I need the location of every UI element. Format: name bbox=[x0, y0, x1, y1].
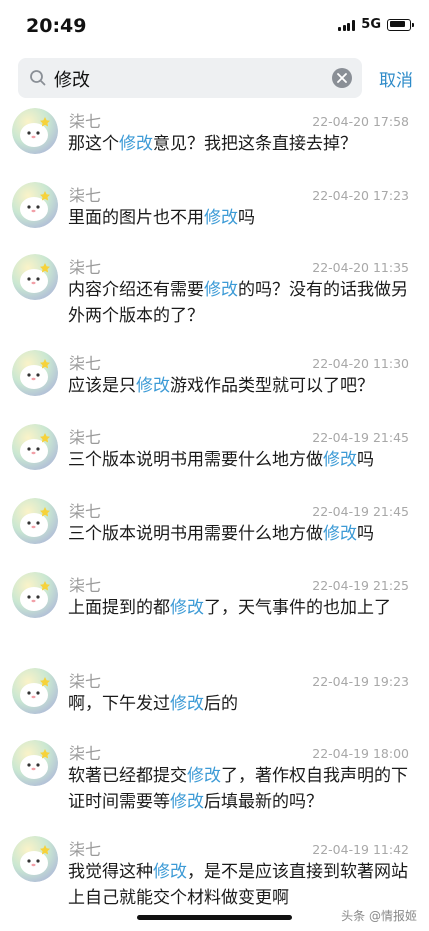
keyword-highlight: 修改 bbox=[170, 598, 204, 618]
message-text: 软著已经都提交修改了，著作权自我声明的下证时间需要等修改后填最新的吗？ bbox=[68, 763, 413, 815]
message-text: 三个版本说明书用需要什么地方做修改吗 bbox=[68, 447, 413, 473]
status-indicators: 5G bbox=[338, 17, 414, 32]
keyword-highlight: 修改 bbox=[323, 450, 357, 470]
message-time: 22-04-20 11:30 bbox=[312, 356, 409, 371]
message-time: 22-04-20 11:35 bbox=[312, 260, 409, 275]
message-time: 22-04-19 21:25 bbox=[312, 578, 409, 593]
avatar[interactable] bbox=[12, 108, 58, 154]
sender-name: 柒七 bbox=[69, 840, 102, 859]
message-time: 22-04-19 21:45 bbox=[312, 430, 409, 445]
sender-name: 柒七 bbox=[69, 428, 102, 447]
message-text: 我觉得这种修改，是不是应该直接到软著网站上自己就能交个材料做变更啊 bbox=[68, 859, 413, 911]
message-text: 内容介绍还有需要修改的吗？没有的话我做另外两个版本的了？ bbox=[68, 277, 413, 329]
message-text: 啊，下午发过修改后的 bbox=[68, 691, 413, 717]
avatar[interactable] bbox=[12, 424, 58, 470]
avatar[interactable] bbox=[12, 740, 58, 786]
sender-name: 柒七 bbox=[69, 672, 102, 691]
sender-name: 柒七 bbox=[69, 744, 102, 763]
message-fragment: 意见？我把这条直接去掉？ bbox=[153, 134, 357, 154]
message-fragment: 游戏作品类型就可以了吧？ bbox=[170, 376, 374, 396]
search-icon bbox=[30, 70, 46, 86]
keyword-highlight: 修改 bbox=[153, 862, 187, 882]
message-fragment: 后填最新的吗？ bbox=[204, 792, 323, 812]
sender-name: 柒七 bbox=[69, 576, 102, 595]
message-fragment: 软著已经都提交 bbox=[68, 766, 187, 786]
keyword-highlight: 修改 bbox=[204, 280, 238, 300]
sender-name: 柒七 bbox=[69, 502, 102, 521]
message-fragment: 上面提到的都 bbox=[68, 598, 170, 618]
avatar[interactable] bbox=[12, 668, 58, 714]
message-fragment: 应该是只 bbox=[68, 376, 136, 396]
keyword-highlight: 修改 bbox=[204, 208, 238, 228]
message-text: 应该是只修改游戏作品类型就可以了吧？ bbox=[68, 373, 413, 399]
message-fragment: 三个版本说明书用需要什么地方做 bbox=[68, 450, 323, 470]
message-fragment: 吗 bbox=[357, 450, 374, 470]
sender-name: 柒七 bbox=[69, 186, 102, 205]
search-result-list: 柒七 22-04-20 17:58 那这个修改意见？我把这条直接去掉？ 柒七 22-04… bbox=[0, 104, 429, 931]
message-time: 22-04-19 19:23 bbox=[312, 674, 409, 689]
keyword-highlight: 修改 bbox=[187, 766, 221, 786]
message-fragment: 吗 bbox=[238, 208, 255, 228]
search-input[interactable]: 修改 bbox=[54, 66, 90, 92]
network-type: 5G bbox=[361, 17, 381, 32]
message-fragment: 我觉得这种 bbox=[68, 862, 153, 882]
keyword-highlight: 修改 bbox=[170, 694, 204, 714]
avatar[interactable] bbox=[12, 254, 58, 300]
message-fragment: 内容介绍还有需要 bbox=[68, 280, 204, 300]
clear-icon[interactable] bbox=[332, 68, 352, 88]
message-text: 三个版本说明书用需要什么地方做修改吗 bbox=[68, 521, 413, 547]
message-fragment: 后的 bbox=[204, 694, 238, 714]
keyword-highlight: 修改 bbox=[136, 376, 170, 396]
avatar[interactable] bbox=[12, 572, 58, 618]
keyword-highlight: 修改 bbox=[119, 134, 153, 154]
battery-icon bbox=[387, 18, 414, 31]
sender-name: 柒七 bbox=[69, 258, 102, 277]
avatar[interactable] bbox=[12, 498, 58, 544]
cancel-button[interactable]: 取消 bbox=[379, 66, 413, 91]
message-time: 22-04-19 11:42 bbox=[312, 842, 409, 857]
status-time: 20:49 bbox=[26, 15, 87, 37]
signal-icon bbox=[338, 18, 356, 31]
status-bar: 20:49 5G bbox=[0, 0, 429, 52]
keyword-highlight: 修改 bbox=[170, 792, 204, 812]
avatar[interactable] bbox=[12, 182, 58, 228]
keyword-highlight: 修改 bbox=[323, 524, 357, 544]
message-text: 里面的图片也不用修改吗 bbox=[68, 205, 413, 231]
avatar[interactable] bbox=[12, 350, 58, 396]
message-time: 22-04-20 17:23 bbox=[312, 188, 409, 203]
message-text: 那这个修改意见？我把这条直接去掉？ bbox=[68, 131, 413, 157]
message-fragment: 了，天气事件的也加上了 bbox=[204, 598, 391, 618]
message-fragment: 啊，下午发过 bbox=[68, 694, 170, 714]
message-fragment: 吗 bbox=[357, 524, 374, 544]
home-indicator[interactable] bbox=[137, 915, 292, 920]
sender-name: 柒七 bbox=[69, 112, 102, 131]
message-text: 上面提到的都修改了，天气事件的也加上了 bbox=[68, 595, 413, 621]
message-fragment: 那这个 bbox=[68, 134, 119, 154]
message-time: 22-04-19 18:00 bbox=[312, 746, 409, 761]
watermark: 头条 @情报姬 bbox=[341, 909, 417, 923]
search-bar[interactable]: 修改 bbox=[18, 58, 362, 98]
sender-name: 柒七 bbox=[69, 354, 102, 373]
message-fragment: 三个版本说明书用需要什么地方做 bbox=[68, 524, 323, 544]
message-time: 22-04-19 21:45 bbox=[312, 504, 409, 519]
message-time: 22-04-20 17:58 bbox=[312, 114, 409, 129]
message-fragment: 里面的图片也不用 bbox=[68, 208, 204, 228]
avatar[interactable] bbox=[12, 836, 58, 882]
